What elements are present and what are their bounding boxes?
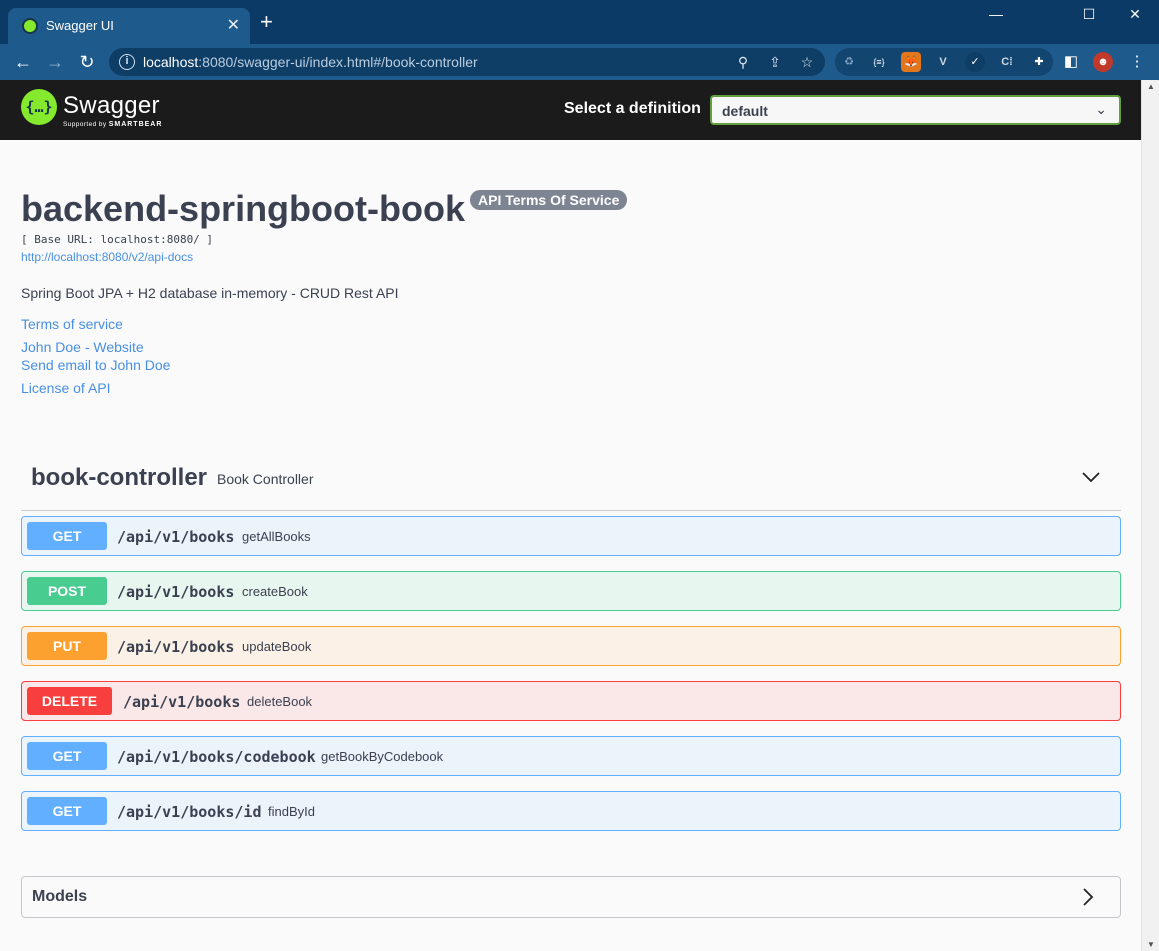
contact-website-link[interactable]: John Doe - Website — [21, 339, 144, 355]
close-window-button[interactable]: ✕ — [1112, 6, 1158, 26]
operation-path: /api/v1/books — [117, 528, 235, 546]
reload-icon[interactable]: ↻ — [75, 51, 99, 73]
operation-summary: findById — [268, 804, 315, 819]
operation-path: /api/v1/books — [123, 693, 241, 711]
operation-delete-books[interactable]: DELETE /api/v1/books deleteBook — [21, 681, 1121, 721]
terms-of-service-link[interactable]: Terms of service — [21, 316, 123, 332]
tag-name: book-controller — [31, 464, 208, 491]
share-icon[interactable]: ⇪ — [765, 52, 785, 72]
contact-email-link[interactable]: Send email to John Doe — [21, 357, 170, 373]
maximize-button[interactable]: ☐ — [1066, 6, 1112, 26]
bookmark-star-icon[interactable]: ☆ — [797, 52, 817, 72]
operation-summary: getBookByCodebook — [321, 749, 444, 764]
method-badge: GET — [27, 742, 107, 770]
license-link[interactable]: License of API — [21, 380, 111, 396]
tab-close-icon[interactable]: ✕ — [227, 15, 240, 35]
operation-put-books[interactable]: PUT /api/v1/books updateBook — [21, 626, 1121, 666]
chevron-right-icon[interactable] — [1078, 887, 1098, 907]
new-tab-button[interactable]: + — [260, 11, 273, 33]
minimize-button[interactable]: — — [973, 6, 1019, 26]
browser-toolbar: ← → ↻ i localhost:8080/swagger-ui/index.… — [0, 44, 1159, 80]
operation-summary: updateBook — [242, 639, 312, 654]
tag-description: Book Controller — [217, 471, 314, 487]
chevron-down-icon[interactable] — [1081, 467, 1101, 487]
browser-menu-icon[interactable]: ⋮ — [1127, 52, 1147, 72]
operation-summary: getAllBooks — [242, 529, 311, 544]
recycle-extension-icon[interactable]: ♻ — [839, 52, 859, 72]
method-badge: GET — [27, 522, 107, 550]
models-label: Models — [32, 888, 88, 905]
profile-avatar[interactable]: ☻ — [1093, 52, 1113, 72]
tab-title: Swagger UI — [46, 18, 114, 33]
operation-get-book-by-codebook[interactable]: GET /api/v1/books/codebook getBookByCode… — [21, 736, 1121, 776]
tag-header-book-controller[interactable]: book-controller Book Controller — [21, 455, 1121, 511]
smartbear-tagline: Supported by SMARTBEAR — [63, 121, 163, 128]
operation-post-books[interactable]: POST /api/v1/books createBook — [21, 571, 1121, 611]
operation-path: /api/v1/books — [117, 583, 235, 601]
forward-arrow-icon[interactable]: → — [43, 51, 67, 73]
browser-tab[interactable]: Swagger UI ✕ — [8, 8, 250, 44]
swagger-logo-text[interactable]: Swagger — [63, 92, 160, 120]
operation-summary: deleteBook — [247, 694, 313, 709]
method-badge: DELETE — [27, 687, 112, 715]
swagger-favicon-icon — [22, 18, 38, 34]
check-extension-icon[interactable]: ✓ — [965, 52, 985, 72]
method-badge: PUT — [27, 632, 107, 660]
operation-get-books[interactable]: GET /api/v1/books getAllBooks — [21, 516, 1121, 556]
address-bar[interactable]: i localhost:8080/swagger-ui/index.html#/… — [109, 48, 825, 76]
operation-path: /api/v1/books — [117, 638, 235, 656]
operation-summary: createBook — [242, 584, 308, 599]
api-badge: API Terms Of Service — [470, 190, 628, 210]
definition-selected-value: default — [722, 103, 768, 119]
base-url: [ Base URL: localhost:8080/ ] — [21, 233, 214, 246]
browser-titlebar: Swagger UI ✕ + — ☐ ✕ — [0, 0, 1159, 44]
url-text[interactable]: localhost:8080/swagger-ui/index.html#/bo… — [143, 54, 478, 70]
vue-devtools-icon[interactable]: V — [933, 52, 953, 72]
operation-path: /api/v1/books/id — [117, 803, 262, 821]
models-section[interactable]: Models — [21, 876, 1121, 918]
side-panel-icon[interactable]: ◧ — [1061, 52, 1081, 72]
metamask-fox-icon[interactable]: 🦊 — [901, 52, 921, 72]
operation-path: /api/v1/books/codebook — [117, 748, 316, 766]
method-badge: POST — [27, 577, 107, 605]
api-docs-link[interactable]: http://localhost:8080/v2/api-docs — [21, 250, 193, 264]
code-extension-icon[interactable]: C⁞ — [997, 52, 1017, 72]
operation-get-book-by-id[interactable]: GET /api/v1/books/id findById — [21, 791, 1121, 831]
extensions-puzzle-icon[interactable]: ✚ — [1029, 52, 1049, 72]
swagger-topbar: {…} Swagger Supported by SMARTBEAR Selec… — [0, 80, 1141, 140]
zoom-search-icon[interactable]: ⚲ — [733, 52, 753, 72]
json-extension-icon[interactable]: {≡} — [869, 52, 889, 72]
chevron-down-icon: ⌄ — [1095, 101, 1107, 117]
api-title: backend-springboot-book — [21, 188, 465, 229]
site-info-icon[interactable]: i — [119, 54, 135, 70]
back-arrow-icon[interactable]: ← — [11, 51, 35, 73]
page-scrollbar[interactable]: ▲ ▼ — [1141, 80, 1159, 951]
extensions-area: ♻ {≡} 🦊 V ✓ C⁞ ✚ — [835, 48, 1053, 76]
swagger-logo-icon[interactable]: {…} — [21, 89, 57, 125]
scroll-down-icon[interactable]: ▼ — [1147, 940, 1155, 949]
definition-label: Select a definition — [564, 100, 701, 117]
method-badge: GET — [27, 797, 107, 825]
definition-select[interactable]: default ⌄ — [710, 95, 1121, 125]
scroll-up-icon[interactable]: ▲ — [1147, 82, 1155, 91]
api-description: Spring Boot JPA + H2 database in-memory … — [21, 285, 399, 301]
